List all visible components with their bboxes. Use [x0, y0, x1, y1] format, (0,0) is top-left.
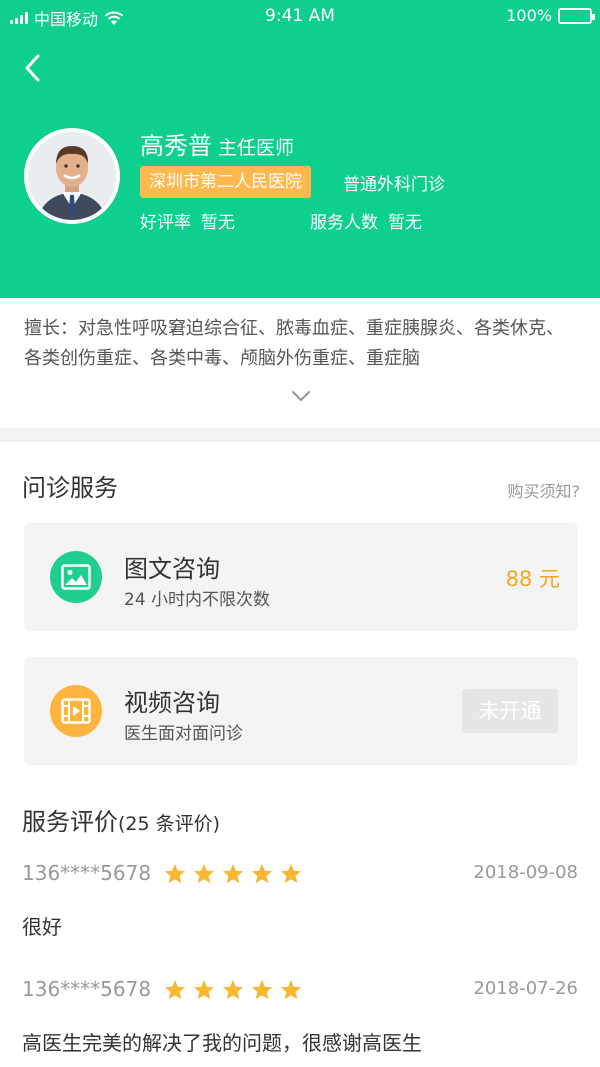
star-icon — [164, 863, 186, 884]
review-date: 2018-07-26 — [473, 978, 578, 999]
image-text-consult-card[interactable]: 图文咨询 24 小时内不限次数 88 元 — [24, 523, 578, 631]
review-text: 高医生完美的解决了我的问题，很感谢高医生 — [22, 1031, 422, 1055]
star-icon — [280, 863, 302, 884]
doctor-name-line: 高秀普 主任医师 — [140, 126, 294, 161]
review-date: 2018-09-08 — [473, 862, 578, 883]
specialty-text: 擅长：对急性呼吸窘迫综合征、脓毒血症、重症胰腺炎、各类休克、各类创伤重症、各类中… — [24, 318, 564, 369]
reviews-title: 服务评价(25 条评价) — [22, 802, 220, 837]
not-open-button[interactable]: 未开通 — [462, 689, 558, 733]
image-icon — [50, 551, 102, 603]
served-label: 服务人数 — [310, 213, 378, 233]
rating-stat: 好评率 暂无 — [140, 208, 235, 233]
review-user: 136****5678 — [22, 977, 152, 1001]
doctor-avatar — [24, 128, 120, 224]
doctor-header: 中国移动 9:41 AM 100% 高秀普 主任医师 深圳市第二人民医院 普通外… — [0, 0, 600, 298]
battery-percent: 100% — [506, 6, 552, 25]
served-stat: 服务人数 暂无 — [310, 208, 422, 233]
doctor-title: 主任医师 — [218, 137, 295, 159]
review-user: 136****5678 — [22, 861, 152, 885]
star-icon — [164, 979, 186, 1000]
service-subtitle: 24 小时内不限次数 — [124, 590, 271, 610]
star-icon — [193, 863, 215, 884]
section-divider — [0, 428, 600, 442]
chevron-down-icon — [292, 391, 310, 401]
purchase-notice-link[interactable]: 购买须知? — [508, 478, 581, 502]
reviews-title-text: 服务评价 — [22, 808, 118, 836]
doctor-name: 高秀普 — [140, 132, 212, 160]
review-count: (25 条评价) — [118, 813, 221, 835]
services-title: 问诊服务 — [22, 474, 118, 502]
service-price: 88 元 — [505, 567, 560, 591]
service-subtitle: 医生面对面问诊 — [124, 724, 243, 744]
star-rating — [164, 863, 302, 884]
rating-label: 好评率 — [140, 213, 191, 233]
chevron-left-icon — [25, 54, 40, 82]
star-icon — [251, 863, 273, 884]
back-button[interactable] — [18, 50, 48, 86]
star-rating — [164, 979, 302, 1000]
rating-value: 暂无 — [201, 213, 235, 233]
star-icon — [193, 979, 215, 1000]
department-label: 普通外科门诊 — [343, 175, 445, 195]
served-value: 暂无 — [388, 213, 422, 233]
star-icon — [251, 979, 273, 1000]
star-icon — [280, 979, 302, 1000]
video-icon — [50, 685, 102, 737]
expand-button[interactable] — [290, 388, 312, 404]
star-icon — [222, 979, 244, 1000]
status-bar: 中国移动 9:41 AM 100% — [0, 0, 600, 32]
hospital-badge: 深圳市第二人民医院 — [140, 166, 311, 198]
video-consult-card[interactable]: 视频咨询 医生面对面问诊 未开通 — [24, 657, 578, 765]
star-icon — [222, 863, 244, 884]
battery-icon — [558, 7, 595, 24]
review-text: 很好 — [22, 915, 62, 939]
service-title: 视频咨询 — [124, 689, 220, 717]
service-title: 图文咨询 — [124, 555, 220, 583]
